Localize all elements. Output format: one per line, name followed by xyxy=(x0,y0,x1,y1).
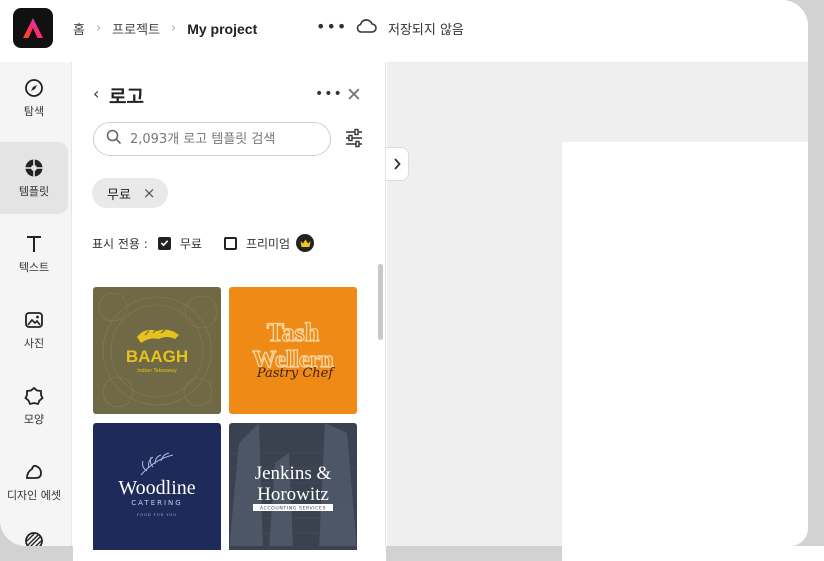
free-checkbox[interactable] xyxy=(157,236,171,250)
search-icon xyxy=(106,129,122,149)
checkmark-icon xyxy=(160,240,169,247)
close-icon[interactable]: ✕ xyxy=(346,84,362,106)
rail-item-templates[interactable]: 템플릿 xyxy=(0,142,68,214)
template-brand-text: BAAGH xyxy=(126,347,188,366)
template-brand-text: Woodline xyxy=(118,477,195,499)
panel-scrollbar[interactable] xyxy=(378,264,383,340)
template-tagline-text: FOOD FOR YOU xyxy=(137,513,177,517)
adobe-express-logo-mark xyxy=(23,18,43,38)
logo-templates-panel: ‹ 로고 ••• ✕ 무료 × 표시 전용 : xyxy=(73,62,386,546)
rail-item-label: 디자인 에셋 xyxy=(6,489,62,502)
rail-item-discover[interactable]: 탐색 xyxy=(0,62,68,134)
chevron-right-icon xyxy=(394,158,401,170)
filter-chip-free[interactable]: 무료 × xyxy=(92,178,168,208)
save-status: 저장되지 않음 xyxy=(388,23,464,38)
app-window: 홈 › 프로젝트 › My project ••• 저장되지 않음 탐색 템플릿 xyxy=(0,0,808,546)
filter-sliders-icon[interactable] xyxy=(344,128,364,152)
premium-option-label: 프리미엄 xyxy=(245,236,291,251)
breadcrumb: 홈 › 프로젝트 › My project xyxy=(73,19,257,39)
crown-icon xyxy=(296,234,315,252)
breadcrumb-projects[interactable]: 프로젝트 xyxy=(112,19,160,38)
free-option-label: 무료 xyxy=(179,236,202,251)
template-brand-line2: Horowitz xyxy=(257,484,329,505)
template-sub-text: CATERING xyxy=(131,499,182,507)
rail-item-shapes[interactable]: 모양 xyxy=(0,370,68,442)
template-tile[interactable]: Jenkins & Horowitz ACCOUNTING SERVICES xyxy=(229,423,357,546)
template-brand-line1: Jenkins & xyxy=(255,463,332,484)
rail-item-label: 탐색 xyxy=(23,105,45,118)
project-name[interactable]: My project xyxy=(187,21,257,37)
left-rail: 탐색 템플릿 텍스트 사진 모양 디자인 에셋 xyxy=(0,62,72,546)
canvas-overflow-strip xyxy=(562,546,824,561)
panel-more-button[interactable]: ••• xyxy=(315,86,343,102)
rail-item-photos[interactable]: 사진 xyxy=(0,294,68,366)
template-sub-text: ACCOUNTING SERVICES xyxy=(260,506,326,512)
chip-label: 무료 xyxy=(107,187,131,203)
rail-item-more[interactable] xyxy=(0,518,68,546)
design-assets-icon xyxy=(24,461,44,483)
rail-item-label: 템플릿 xyxy=(18,185,50,198)
template-tagline-text: Indian Takeaway xyxy=(137,368,177,374)
compass-icon xyxy=(24,77,44,99)
rail-item-design-assets[interactable]: 디자인 에셋 xyxy=(0,446,68,518)
panel-overflow-strip xyxy=(73,546,386,561)
show-only-label: 표시 전용 : xyxy=(92,236,148,251)
remove-filter-icon[interactable]: × xyxy=(143,184,156,202)
template-thumbnail: Woodline CATERING FOOD FOR YOU xyxy=(93,423,221,546)
text-icon xyxy=(24,233,44,255)
chevron-right-icon: › xyxy=(95,21,102,36)
more-options-button[interactable]: ••• xyxy=(316,17,347,36)
pattern-icon xyxy=(24,530,44,546)
template-brand-line1: Tash xyxy=(267,318,320,347)
photo-icon xyxy=(24,309,44,331)
template-thumbnail: Tash Wellern Pastry Chef xyxy=(229,287,357,414)
adobe-express-logo[interactable] xyxy=(13,8,53,48)
search-input[interactable] xyxy=(130,131,320,147)
template-thumbnail: Jenkins & Horowitz ACCOUNTING SERVICES xyxy=(229,423,357,546)
templates-icon xyxy=(24,157,44,179)
shape-icon xyxy=(24,385,44,407)
template-thumbnail: BAAGH Indian Takeaway xyxy=(93,287,221,414)
template-search[interactable] xyxy=(93,122,331,156)
back-chevron-icon[interactable]: ‹ xyxy=(93,84,99,103)
template-tile[interactable]: BAAGH Indian Takeaway xyxy=(93,287,221,414)
panel-title: 로고 xyxy=(109,86,144,108)
chevron-right-icon: › xyxy=(171,21,177,36)
premium-checkbox[interactable] xyxy=(223,236,237,250)
cloud-icon xyxy=(355,18,377,38)
canvas-area xyxy=(387,62,808,546)
template-tile[interactable]: Woodline CATERING FOOD FOR YOU xyxy=(93,423,221,546)
rail-item-text[interactable]: 텍스트 xyxy=(0,218,68,290)
show-only-filter: 표시 전용 : 무료 프리미엄 xyxy=(92,234,315,252)
collapse-panel-button[interactable] xyxy=(386,147,409,181)
breadcrumb-home[interactable]: 홈 xyxy=(73,19,85,38)
top-bar: 홈 › 프로젝트 › My project ••• 저장되지 않음 xyxy=(0,0,808,60)
rail-item-label: 사진 xyxy=(23,337,45,350)
template-script-text: Pastry Chef xyxy=(256,366,336,381)
rail-item-label: 텍스트 xyxy=(18,261,50,274)
template-tile[interactable]: Tash Wellern Pastry Chef xyxy=(229,287,357,414)
canvas-page[interactable] xyxy=(562,142,808,546)
rail-item-label: 모양 xyxy=(23,413,45,426)
